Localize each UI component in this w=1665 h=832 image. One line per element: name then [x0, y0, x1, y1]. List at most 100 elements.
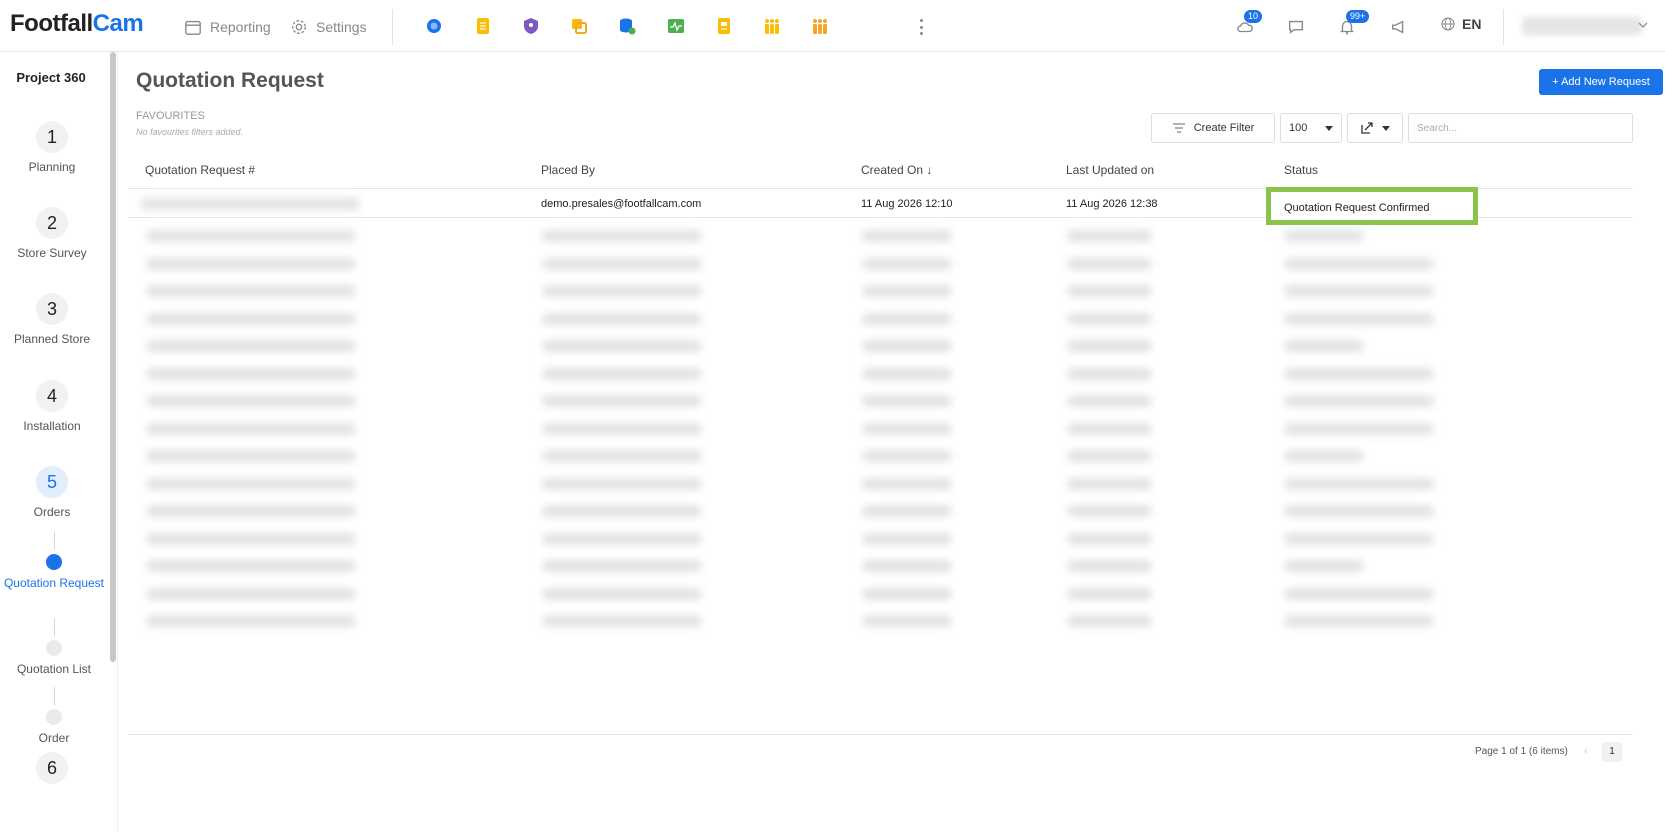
redacted-cell [862, 230, 952, 242]
table-row[interactable]: demo.presales@footfallcam.com 11 Aug 202… [128, 187, 1633, 225]
app-security[interactable] [520, 15, 542, 37]
people-group-icon [765, 19, 779, 34]
step-store-survey[interactable]: 2 Store Survey [0, 207, 104, 260]
page-size-select[interactable]: 100 [1280, 113, 1342, 143]
step-number: 6 [36, 752, 68, 784]
column-header[interactable]: Placed By [541, 163, 595, 177]
cloud-button[interactable]: 10 [1234, 10, 1263, 38]
redacted-cell [1067, 340, 1152, 352]
pulse-monitor-icon [668, 19, 684, 33]
prev-page-icon[interactable]: ‹ [1584, 745, 1596, 759]
redacted-cell [1067, 257, 1152, 270]
globe-icon [1441, 17, 1455, 31]
search-input[interactable] [1408, 113, 1633, 143]
redacted-cell [146, 505, 356, 517]
substep-quotation-request[interactable]: Quotation Request [0, 554, 108, 591]
step-planning[interactable]: 1 Planning [0, 121, 104, 174]
chevron-down-icon[interactable] [1636, 18, 1650, 32]
step-6[interactable]: 6 [0, 752, 104, 784]
export-button[interactable] [1347, 113, 1403, 143]
placed-by-cell: demo.presales@footfallcam.com [541, 198, 702, 210]
step-orders[interactable]: 5 Orders [0, 466, 104, 519]
people-group-alt-icon [813, 19, 827, 34]
user-menu[interactable] [1522, 17, 1642, 35]
column-header[interactable]: Quotation Request # [145, 163, 255, 177]
redacted-cell [146, 257, 356, 270]
redacted-cell [146, 450, 356, 462]
support-headset-icon [427, 19, 441, 33]
step-planned-store[interactable]: 3 Planned Store [0, 293, 104, 346]
redacted-cell [146, 285, 356, 297]
chat-button[interactable] [1285, 16, 1307, 38]
app-report[interactable] [713, 15, 735, 37]
redacted-cell [862, 285, 952, 297]
app-people-alt[interactable] [809, 15, 831, 37]
redacted-cell [1284, 587, 1434, 600]
app-people[interactable] [761, 15, 783, 37]
redacted-cell [862, 340, 952, 352]
nav-settings-label: Settings [316, 19, 367, 35]
more-apps-icon[interactable] [916, 16, 926, 38]
substep-label: Quotation Request [3, 576, 105, 590]
page-title: Quotation Request [136, 69, 324, 92]
divider [1503, 9, 1504, 45]
redacted-cell [1067, 560, 1152, 572]
redacted-cell [542, 257, 702, 270]
filter-icon [1172, 123, 1185, 133]
step-label: Planned Store [13, 332, 91, 346]
brand-logo[interactable]: FootfallCam [10, 10, 144, 38]
announcements-button[interactable] [1388, 16, 1410, 38]
redacted-cell [862, 312, 952, 325]
redacted-cell [862, 560, 952, 572]
redacted-cell [146, 477, 356, 490]
redacted-cell [542, 395, 702, 407]
redacted-cell [542, 422, 702, 435]
redacted-cell [862, 532, 952, 545]
redacted-cell [1284, 340, 1364, 352]
redacted-cell [1067, 505, 1152, 517]
page-number-button[interactable]: 1 [1602, 742, 1622, 762]
column-header[interactable]: Last Updated on [1066, 163, 1154, 177]
step-number: 1 [36, 121, 68, 153]
redacted-cell [1284, 450, 1364, 462]
redacted-cell [1284, 285, 1434, 297]
nav-reporting[interactable]: Reporting [184, 17, 271, 37]
language-selector[interactable]: EN [1440, 16, 1481, 32]
chat-icon [1289, 20, 1303, 34]
substep-dot [46, 709, 62, 725]
column-header-sorted[interactable]: Created On ↓ [861, 163, 932, 177]
notifications-button[interactable]: 99+ [1336, 10, 1370, 38]
app-monitor[interactable] [665, 15, 687, 37]
redacted-cell [542, 560, 702, 572]
nav-settings[interactable]: Settings [290, 17, 367, 37]
redacted-cell [146, 367, 356, 380]
substep-label: Quotation List [16, 662, 92, 676]
status-cell: Quotation Request Confirmed [1284, 202, 1430, 214]
app-database[interactable] [616, 15, 638, 37]
step-installation[interactable]: 4 Installation [0, 380, 104, 433]
create-filter-button[interactable]: Create Filter [1151, 113, 1275, 143]
redacted-cell [862, 257, 952, 270]
column-header[interactable]: Status [1284, 163, 1318, 177]
language-label: EN [1462, 16, 1482, 32]
app-support[interactable] [423, 15, 445, 37]
sidebar-scrollbar[interactable] [110, 52, 116, 662]
add-new-request-button[interactable]: + Add New Request [1539, 69, 1663, 95]
substep-label: Order [38, 731, 70, 745]
redacted-cell [542, 285, 702, 297]
redacted-cell [1284, 477, 1434, 490]
app-documents[interactable] [472, 15, 494, 37]
redacted-request-id [140, 198, 360, 210]
export-icon [1361, 122, 1373, 134]
redacted-cell [542, 505, 702, 517]
step-label: Store Survey [17, 246, 87, 260]
substep-order[interactable]: Order [0, 709, 108, 746]
redacted-cell [146, 532, 356, 545]
app-copy[interactable] [568, 15, 590, 37]
redacted-cell [146, 230, 356, 242]
substep-quotation-list[interactable]: Quotation List [0, 640, 108, 677]
redacted-cell [1284, 395, 1434, 407]
redacted-cell [542, 477, 702, 490]
redacted-cell [862, 587, 952, 600]
table-footer-divider [128, 734, 1633, 735]
